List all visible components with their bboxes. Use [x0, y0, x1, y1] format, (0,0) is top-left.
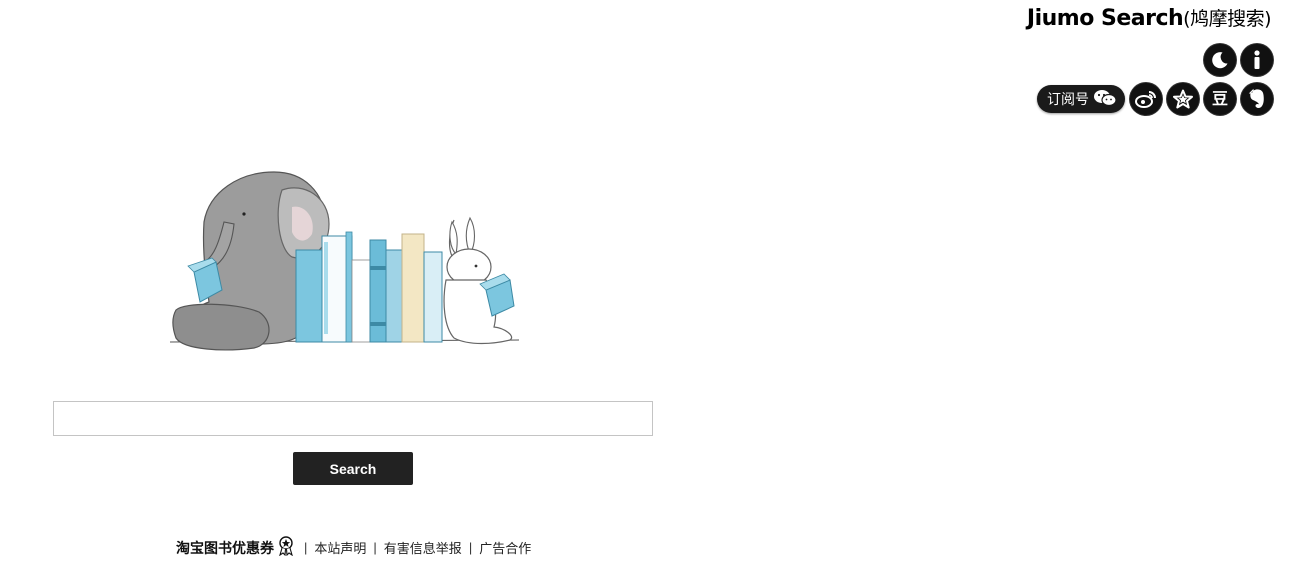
weibo-icon — [1135, 89, 1157, 109]
reading-animals-illustration — [169, 171, 520, 351]
hero-illustration — [164, 162, 524, 362]
footer-separator: | — [468, 540, 473, 555]
evernote-button[interactable] — [1241, 83, 1273, 115]
douban-button[interactable]: 豆 — [1204, 83, 1236, 115]
ribbon-badge-icon — [277, 536, 295, 559]
page: Jiumo Search(鸠摩搜索) 订阅号 豆 Search 淘宝图书优惠券 … — [0, 0, 1289, 583]
top-icon-row — [1204, 44, 1273, 76]
brand-name-en: Jiumo Search — [1026, 6, 1184, 31]
footer-links: 淘宝图书优惠券 | 本站声明 | 有害信息举报 | 广告合作 — [176, 536, 531, 559]
search-button[interactable]: Search — [293, 452, 413, 485]
subscribe-label: 订阅号 — [1047, 91, 1089, 107]
weibo-button[interactable] — [1130, 83, 1162, 115]
social-icon-row: 订阅号 豆 — [1037, 83, 1273, 115]
taobao-coupon-link[interactable]: 淘宝图书优惠券 — [176, 538, 274, 558]
douban-icon: 豆 — [1211, 89, 1228, 108]
subscribe-button[interactable]: 订阅号 — [1037, 85, 1125, 113]
theme-toggle-button[interactable] — [1204, 44, 1236, 76]
favorite-button[interactable] — [1167, 83, 1199, 115]
site-statement-link[interactable]: 本站声明 — [314, 538, 366, 557]
wechat-icon — [1093, 89, 1117, 110]
brand-title: Jiumo Search(鸠摩搜索) — [1026, 4, 1272, 31]
evernote-icon — [1247, 88, 1267, 110]
report-harmful-info-link[interactable]: 有害信息举报 — [384, 538, 462, 557]
brand-name-cn: (鸠摩搜索) — [1183, 8, 1271, 30]
search-input[interactable] — [53, 401, 653, 436]
info-button[interactable] — [1241, 44, 1273, 76]
info-icon — [1247, 49, 1267, 71]
footer-separator: | — [373, 540, 377, 555]
moon-icon — [1210, 50, 1230, 70]
star-icon — [1173, 89, 1193, 109]
advertising-link[interactable]: 广告合作 — [479, 538, 531, 557]
footer-separator: | — [304, 540, 308, 555]
